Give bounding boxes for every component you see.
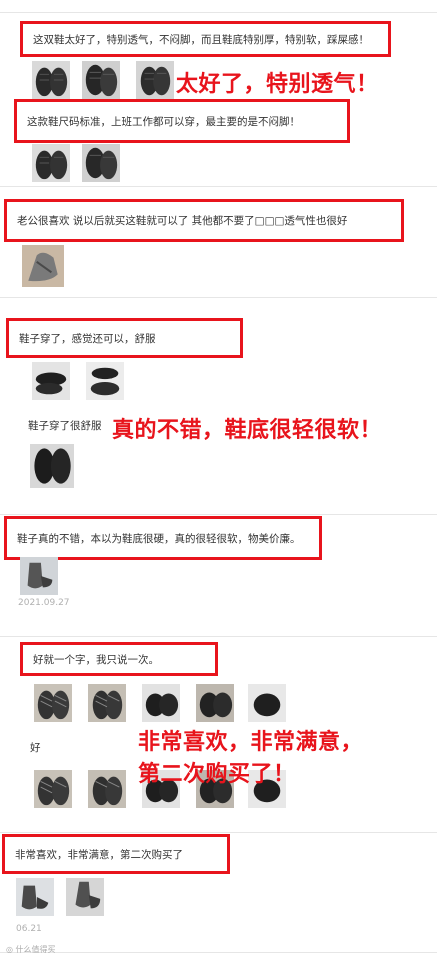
review-text-highlighted: 鞋子真的不错，本以为鞋底很硬，真的很轻很软，物美价廉。 <box>4 516 322 560</box>
review-photo-thumbnail[interactable] <box>34 770 72 808</box>
review-photo-thumbnail[interactable] <box>30 444 74 488</box>
watermark-logo-icon: ◎ <box>6 945 13 954</box>
review-text: 好 <box>30 742 41 754</box>
watermark-text: 什么值得买 <box>15 945 56 954</box>
review-photo-thumbnail[interactable] <box>82 61 120 99</box>
review-photo-thumbnail[interactable] <box>88 770 126 808</box>
watermark: ◎ 什么值得买 <box>6 944 56 955</box>
review-text-highlighted: 老公很喜欢 说以后就买这鞋就可以了 其他都不要了□□□透气性也很好 <box>4 199 404 242</box>
review-photo-thumbnail[interactable] <box>32 144 70 182</box>
review-text: 鞋子穿了很舒服 <box>28 420 102 432</box>
review-photo-thumbnail[interactable] <box>22 245 64 287</box>
review-photo-thumbnail[interactable] <box>32 362 70 400</box>
review-date: 2021.09.27 <box>18 598 70 608</box>
review-text: 这双鞋太好了，特别透气，不闷脚，而且鞋底特别厚，特别软，踩屎感！ <box>33 33 369 46</box>
highlight-caption: 真的不错，鞋底很轻很软！ <box>112 418 383 443</box>
review-text-highlighted: 这款鞋尺码标准，上班工作都可以穿，最主要的是不闷脚！ <box>14 99 350 143</box>
review-photo-thumbnail[interactable] <box>248 684 286 722</box>
review-photo-thumbnail[interactable] <box>142 684 180 722</box>
review-text-highlighted: 好就一个字，我只说一次。 <box>20 642 218 676</box>
review-photo-thumbnail[interactable] <box>66 878 104 916</box>
review-divider <box>0 952 437 953</box>
review-text: 这款鞋尺码标准，上班工作都可以穿，最主要的是不闷脚！ <box>27 115 300 128</box>
review-divider <box>0 832 437 833</box>
review-divider <box>0 514 437 515</box>
review-photo-thumbnail[interactable] <box>82 144 120 182</box>
review-photo-thumbnail[interactable] <box>32 61 70 99</box>
review-photo-thumbnail[interactable] <box>20 557 58 595</box>
review-text-highlighted: 这双鞋太好了，特别透气，不闷脚，而且鞋底特别厚，特别软，踩屎感！ <box>20 21 391 57</box>
review-photo-thumbnail[interactable] <box>16 878 54 916</box>
review-text: 好就一个字，我只说一次。 <box>33 653 159 666</box>
highlight-caption: 第二次购买了！ <box>138 762 296 787</box>
review-text: 老公很喜欢 说以后就买这鞋就可以了 其他都不要了□□□透气性也很好 <box>17 215 348 227</box>
review-text-highlighted: 非常喜欢，非常满意，第二次购买了 <box>2 834 230 874</box>
review-date: 06.21 <box>16 924 42 934</box>
review-photo-thumbnail[interactable] <box>86 362 124 400</box>
review-photo-thumbnail[interactable] <box>196 684 234 722</box>
highlight-caption: 太好了，特别透气！ <box>176 72 379 97</box>
review-divider <box>0 12 437 13</box>
highlight-caption: 非常喜欢，非常满意， <box>138 730 364 755</box>
review-divider <box>0 186 437 187</box>
review-photo-thumbnail[interactable] <box>34 684 72 722</box>
review-text-highlighted: 鞋子穿了，感觉还可以，舒服 <box>6 318 243 358</box>
review-divider <box>0 297 437 298</box>
review-photo-thumbnail[interactable] <box>136 61 174 99</box>
review-photo-thumbnail[interactable] <box>88 684 126 722</box>
review-divider <box>0 636 437 637</box>
review-text: 鞋子真的不错，本以为鞋底很硬，真的很轻很软，物美价廉。 <box>17 532 301 545</box>
review-text: 非常喜欢，非常满意，第二次购买了 <box>15 848 183 861</box>
review-text: 鞋子穿了，感觉还可以，舒服 <box>19 332 156 345</box>
